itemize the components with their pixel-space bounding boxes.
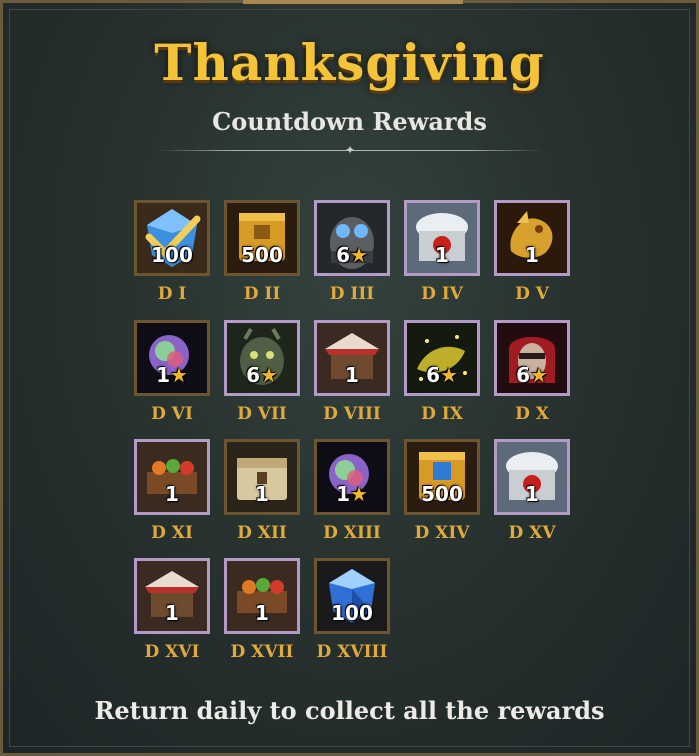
reward-tile[interactable]: 1 [314,320,390,396]
reward-tile[interactable]: 6★ [404,320,480,396]
reward-quantity: 1 [137,482,207,506]
reward-tile[interactable]: 1 [134,558,210,634]
day-label: D X [515,404,549,424]
reward-quantity: 6★ [227,363,297,387]
reward-tile[interactable]: 6★ [224,320,300,396]
page-subtitle: Countdown Rewards [212,107,487,136]
reward-tile[interactable]: 1 [494,439,570,515]
reward-quantity-value: 1 [165,601,179,625]
star-icon: ★ [439,363,458,387]
reward-tile[interactable]: 6★ [314,200,390,276]
star-icon: ★ [349,482,368,506]
day-label: D III [329,284,375,304]
reward-quantity: 6★ [407,363,477,387]
reward-tile[interactable]: 1 [224,558,300,634]
reward-tile[interactable]: 500 [224,200,300,276]
reward-quantity-value: 500 [421,482,463,506]
reward-quantity: 500 [227,243,297,267]
page-title: Thanksgiving [154,33,545,92]
reward-quantity-value: 1 [435,243,449,267]
day-label: D XVIII [316,642,388,662]
reward-tile[interactable]: 500 [404,439,480,515]
reward-quantity: 6★ [317,243,387,267]
reward-tile[interactable]: 1★ [314,439,390,515]
day-label: D II [243,284,281,304]
panel-top-ornament [243,0,463,4]
reward-quantity: 1 [317,363,387,387]
reward-tile[interactable]: 1 [404,200,480,276]
reward-quantity: 100 [137,243,207,267]
day-label: D XIV [414,523,470,543]
day-label: D XIII [323,523,381,543]
reward-quantity: 1★ [137,363,207,387]
reward-tile[interactable]: 1★ [134,320,210,396]
reward-tile[interactable]: 100 [134,200,210,276]
reward-quantity: 1 [227,482,297,506]
reward-quantity-value: 1 [525,482,539,506]
reward-quantity: 1 [407,243,477,267]
star-icon: ★ [529,363,548,387]
reward-quantity: 500 [407,482,477,506]
day-label: D IX [421,404,463,424]
day-label: D XII [237,523,287,543]
day-label: D IV [421,284,463,304]
reward-quantity-value: 100 [331,601,373,625]
reward-quantity: 1★ [317,482,387,506]
reward-quantity: 1 [227,601,297,625]
reward-tile[interactable]: 1 [224,439,300,515]
day-label: D VI [151,404,193,424]
day-label: D XV [508,523,556,543]
day-label: D V [515,284,549,304]
day-label: D XVII [230,642,294,662]
star-icon: ★ [169,363,188,387]
rewards-panel: Thanksgiving Countdown Rewards ✦ 100 D I … [0,0,699,756]
day-label: D XVI [144,642,200,662]
star-icon: ★ [349,243,368,267]
reward-quantity-value: 6 [426,363,440,387]
star-icon: ★ [259,363,278,387]
reward-tile[interactable]: 1 [494,200,570,276]
day-label: D I [157,284,187,304]
reward-quantity-value: 1 [336,482,350,506]
reward-quantity-value: 100 [151,243,193,267]
reward-quantity-value: 6 [516,363,530,387]
reward-quantity-value: 6 [246,363,260,387]
reward-quantity: 100 [317,601,387,625]
footer-message: Return daily to collect all the rewards [94,696,605,725]
reward-quantity: 1 [137,601,207,625]
reward-tile[interactable]: 1 [134,439,210,515]
reward-quantity-value: 1 [156,363,170,387]
reward-quantity-value: 1 [525,243,539,267]
day-label: D XI [151,523,193,543]
reward-tile[interactable]: 6★ [494,320,570,396]
day-label: D VIII [323,404,381,424]
reward-quantity: 1 [497,482,567,506]
reward-quantity-value: 1 [165,482,179,506]
reward-quantity-value: 1 [255,482,269,506]
reward-quantity-value: 6 [336,243,350,267]
reward-quantity-value: 1 [345,363,359,387]
reward-quantity-value: 500 [241,243,283,267]
reward-quantity-value: 1 [255,601,269,625]
reward-tile[interactable]: 100 [314,558,390,634]
day-label: D VII [237,404,287,424]
reward-quantity: 1 [497,243,567,267]
divider-ornament-icon: ✦ [344,143,356,157]
reward-quantity: 6★ [497,363,567,387]
